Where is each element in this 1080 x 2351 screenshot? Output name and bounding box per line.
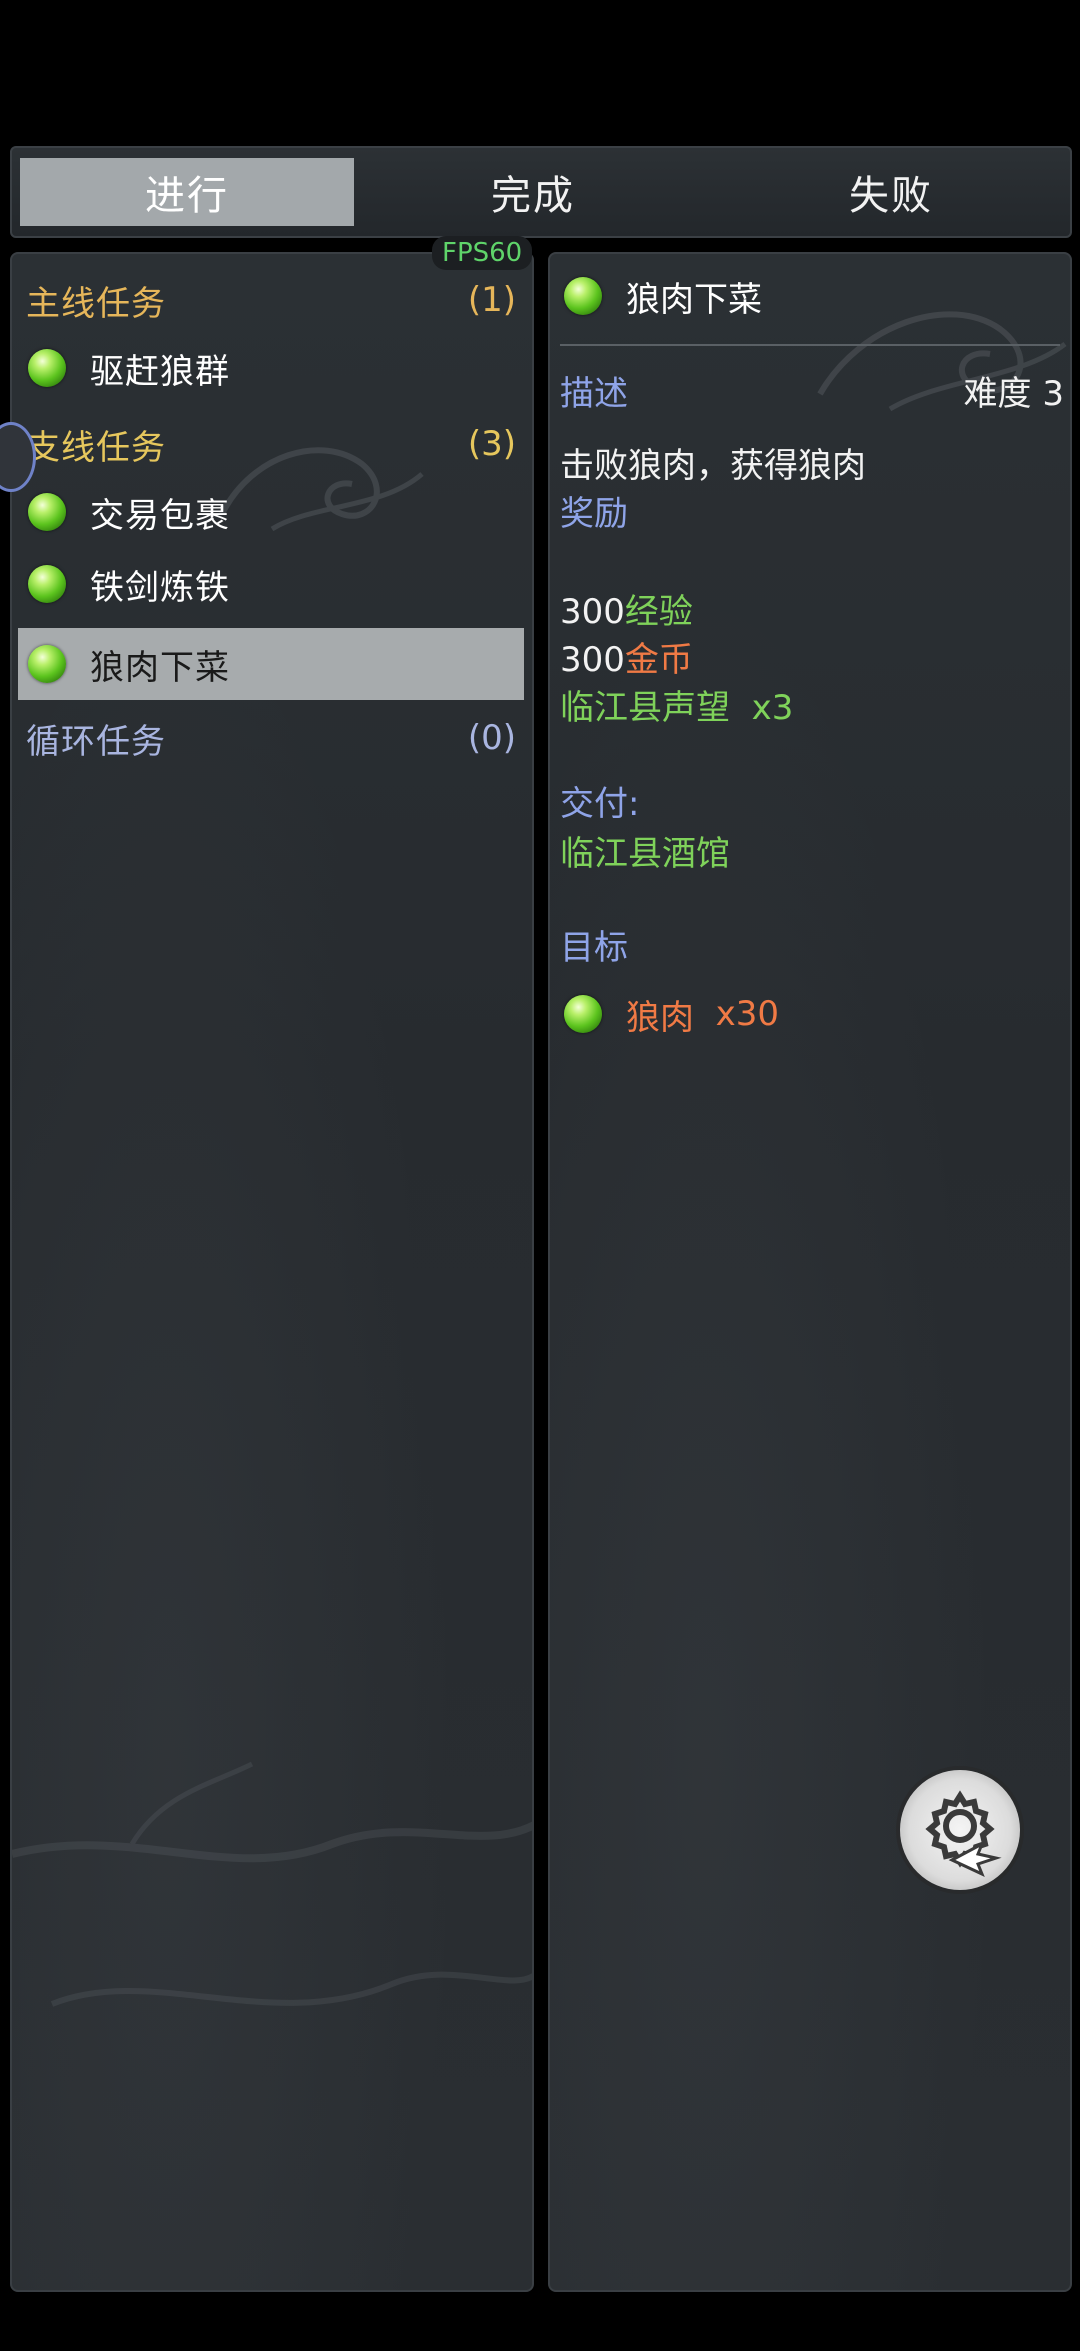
reward-reputation: 临江县声望 x3 bbox=[560, 680, 793, 729]
reward-name: 临江县声望 bbox=[560, 688, 730, 728]
tab-in-progress[interactable]: 进行 bbox=[20, 158, 354, 226]
divider bbox=[560, 344, 1060, 346]
tab-failed[interactable]: 失败 bbox=[712, 148, 1070, 236]
goal-label: 目标 bbox=[560, 928, 628, 968]
category-title: 主线任务 bbox=[26, 283, 166, 324]
category-title: 循环任务 bbox=[26, 721, 166, 762]
green-orb-icon bbox=[564, 277, 602, 315]
reward-name: 金币 bbox=[624, 640, 693, 680]
quest-label: 铁剑炼铁 bbox=[90, 567, 230, 608]
reward-amount: 300 bbox=[560, 592, 625, 632]
goal-item-qty: x30 bbox=[715, 994, 780, 1034]
quest-item-wolf-meat-selected[interactable]: 狼肉下菜 bbox=[18, 628, 524, 700]
green-orb-icon bbox=[28, 349, 66, 387]
green-orb-icon bbox=[564, 995, 602, 1033]
deliver-place: 临江县酒馆 bbox=[560, 834, 730, 874]
category-title: 支线任务 bbox=[26, 427, 166, 468]
detail-title: 狼肉下菜 bbox=[564, 268, 762, 324]
description-label: 描述 bbox=[560, 374, 628, 414]
green-orb-icon bbox=[28, 493, 66, 531]
quest-item-trade-package[interactable]: 交易包裹 bbox=[18, 476, 524, 548]
category-loop-quests[interactable]: 循环任务 (0) bbox=[26, 710, 522, 766]
quest-label: 狼肉下菜 bbox=[90, 647, 230, 688]
difficulty-text: 难度 3 bbox=[963, 374, 1064, 414]
category-side-quests[interactable]: 支线任务 (3) bbox=[26, 416, 522, 472]
fps-counter: FPS60 bbox=[432, 236, 533, 270]
tab-bar: 进行 完成 失败 bbox=[10, 146, 1072, 238]
category-count: (3) bbox=[467, 424, 516, 464]
quest-item-drive-wolves[interactable]: 驱赶狼群 bbox=[18, 332, 524, 404]
category-main-quests[interactable]: 主线任务 (1) bbox=[26, 272, 522, 328]
reward-gold: 300金币 bbox=[560, 632, 693, 681]
tab-completed[interactable]: 完成 bbox=[354, 148, 712, 236]
quest-item-iron-sword[interactable]: 铁剑炼铁 bbox=[18, 548, 524, 620]
quest-label: 交易包裹 bbox=[90, 495, 230, 536]
quest-list-panel: 主线任务 (1) 驱赶狼群 支线任务 (3) 交易包裹 铁剑炼铁 狼肉下菜 循环… bbox=[10, 252, 534, 2292]
description-text: 击败狼肉，获得狼肉 bbox=[560, 446, 866, 486]
branch-decoration bbox=[12, 1761, 532, 2007]
deliver-label: 交付: bbox=[560, 784, 640, 824]
reward-qty: x3 bbox=[751, 688, 794, 728]
gear-icon bbox=[925, 1790, 1002, 1877]
goal-item-name: 狼肉 bbox=[626, 997, 694, 1038]
quest-detail-panel: 狼肉下菜 描述 难度 3 击败狼肉，获得狼肉 奖励 300经验 300金币 临江… bbox=[548, 252, 1072, 2292]
green-orb-icon bbox=[28, 645, 66, 683]
category-count: (1) bbox=[467, 280, 516, 320]
goal-item-row: 狼肉 x30 bbox=[564, 986, 779, 1042]
quest-label: 驱赶狼群 bbox=[90, 351, 230, 392]
green-orb-icon bbox=[28, 565, 66, 603]
reward-exp: 300经验 bbox=[560, 584, 693, 633]
reward-label: 奖励 bbox=[560, 494, 628, 534]
reward-amount: 300 bbox=[560, 640, 625, 680]
reward-name: 经验 bbox=[624, 592, 693, 632]
detail-title-text: 狼肉下菜 bbox=[626, 279, 762, 320]
category-count: (0) bbox=[467, 718, 516, 758]
game-screen: 进行 完成 失败 FPS60 主线任务 (1) 驱赶狼群 支线任务 (3) 交易… bbox=[0, 0, 1080, 2351]
settings-button[interactable] bbox=[900, 1770, 1020, 1890]
